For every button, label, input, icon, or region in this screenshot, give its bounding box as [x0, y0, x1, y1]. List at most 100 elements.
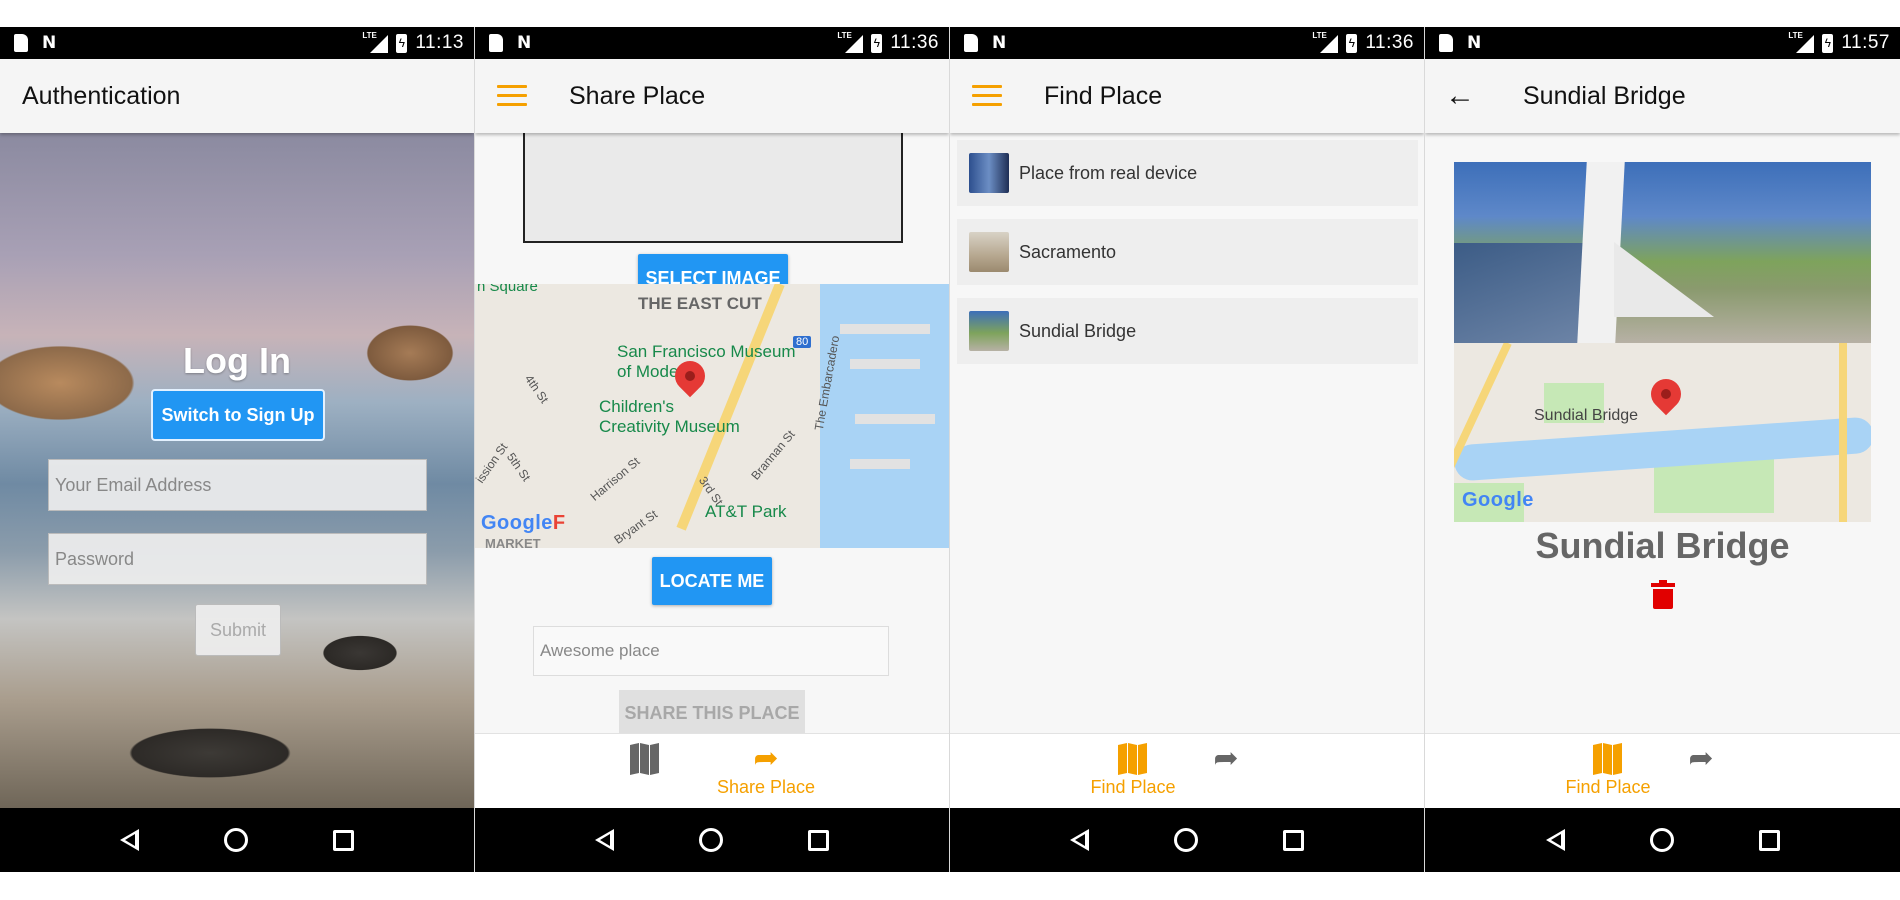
list-item[interactable]: Place from real device [957, 140, 1418, 206]
locate-me-button[interactable]: LOCATE ME [652, 557, 772, 605]
system-nav-bar [475, 808, 949, 872]
nfc-icon: N [992, 33, 1007, 53]
battery-icon [396, 33, 408, 53]
battery-icon [1822, 33, 1834, 53]
nav-home-icon[interactable] [698, 828, 723, 852]
bottom-tabs: Find Place ➦ [1425, 733, 1900, 808]
nav-recents-icon[interactable] [1282, 829, 1304, 851]
find-place-screen: N LTE 11:36 Find Place Place from real d… [950, 27, 1425, 872]
app-bar: Find Place [950, 59, 1424, 133]
sd-card-icon [14, 34, 28, 52]
arrow-back-icon[interactable]: ← [1445, 81, 1475, 111]
sd-card-icon [1439, 34, 1453, 52]
nav-back-icon[interactable] [120, 829, 140, 851]
map-label: Bryant St [611, 507, 660, 547]
menu-icon[interactable] [497, 85, 527, 107]
submit-button[interactable]: Submit [195, 604, 281, 656]
password-field[interactable]: Password [48, 533, 427, 585]
nav-back-icon[interactable] [1545, 829, 1565, 851]
share-arrow-icon: ➦ [1688, 741, 1714, 776]
tab-share-place[interactable]: ➦ [1671, 742, 1731, 776]
clock: 11:36 [890, 32, 939, 53]
tab-share-place[interactable]: ➦ [1196, 742, 1256, 776]
login-heading: Log In [183, 340, 291, 381]
map-label: San Francisco Museum [617, 342, 796, 361]
app-bar: Share Place [475, 59, 949, 133]
google-logo: GoogleF [481, 512, 566, 534]
map-label: Children's [599, 397, 675, 416]
share-place-button[interactable]: SHARE THIS PLACE [619, 690, 805, 736]
nav-back-icon[interactable] [1070, 829, 1090, 851]
map-label: AT&T Park [705, 502, 787, 521]
signal-icon: LTE [837, 31, 864, 53]
clock: 11:36 [1365, 32, 1414, 53]
sd-card-icon [964, 34, 978, 52]
map-label: n Square [477, 284, 538, 295]
map-icon [1118, 743, 1148, 776]
screens-row: N LTE 11:13 Authentication Log In Switch… [0, 27, 1900, 872]
map-label: Creativity Museum [599, 417, 740, 436]
tab-label: Find Place [1565, 777, 1651, 797]
place-photo [1454, 162, 1871, 343]
status-bar: N LTE 11:13 [0, 27, 474, 59]
bottom-tabs: ➦ Share Place [475, 733, 949, 808]
tab-find-place[interactable]: Find Place [1553, 742, 1663, 798]
share-arrow-icon: ➦ [753, 741, 779, 776]
battery-icon [871, 33, 883, 53]
place-name: Sundial Bridge [1019, 320, 1137, 341]
appbar-title: Share Place [569, 81, 706, 110]
nav-recents-icon[interactable] [807, 829, 829, 851]
nfc-icon: N [42, 33, 57, 53]
list-item[interactable]: Sacramento [957, 219, 1418, 285]
share-arrow-icon: ➦ [1213, 741, 1239, 776]
image-preview [523, 133, 903, 243]
map-label: Brannan St [748, 427, 798, 483]
signal-icon: LTE [1312, 31, 1339, 53]
trash-icon[interactable] [1651, 580, 1675, 609]
place-title: Sundial Bridge [1535, 525, 1790, 566]
nav-home-icon[interactable] [1649, 828, 1674, 852]
appbar-title: Sundial Bridge [1523, 81, 1686, 110]
appbar-title: Authentication [22, 81, 181, 110]
place-name-input[interactable]: Awesome place [533, 626, 889, 676]
nav-recents-icon[interactable] [332, 829, 354, 851]
nav-recents-icon[interactable] [1758, 829, 1780, 851]
app-bar: ← Sundial Bridge [1425, 59, 1900, 133]
sd-card-icon [489, 34, 503, 52]
switch-to-signup-button[interactable]: Switch to Sign Up [151, 389, 325, 441]
map-icon [1593, 743, 1623, 776]
clock: 11:57 [1841, 32, 1890, 53]
place-thumbnail [969, 232, 1009, 272]
status-bar: N LTE 11:36 [950, 27, 1424, 59]
place-detail-screen: N LTE 11:57 ← Sundial Bridge Sundial Bri… [1425, 27, 1900, 872]
tab-find-place[interactable] [615, 742, 675, 776]
map-label: 4th St [521, 372, 552, 406]
freeway-road [676, 284, 785, 531]
place-map[interactable]: Sundial Bridge Google [1454, 343, 1871, 522]
nfc-icon: N [1467, 33, 1482, 53]
menu-icon[interactable] [972, 85, 1002, 107]
place-thumbnail [969, 311, 1009, 351]
tab-find-place[interactable]: Find Place [1078, 742, 1188, 798]
tab-label: Share Place [716, 777, 816, 797]
tab-share-place[interactable]: ➦ Share Place [711, 742, 821, 798]
email-field[interactable]: Your Email Address [48, 459, 427, 511]
nav-home-icon[interactable] [223, 828, 248, 852]
map-label: MARKET [485, 536, 541, 548]
signal-icon: LTE [1788, 31, 1815, 53]
highway-shield: 80 [793, 336, 812, 348]
list-item[interactable]: Sundial Bridge [957, 298, 1418, 364]
location-pin-icon [1644, 372, 1688, 416]
system-nav-bar [950, 808, 1424, 872]
nav-back-icon[interactable] [595, 829, 615, 851]
status-bar: N LTE 11:57 [1425, 27, 1900, 59]
app-bar: Authentication [0, 59, 474, 133]
share-place-screen: N LTE 11:36 Share Place SELECT IMAGE n S… [475, 27, 950, 872]
signal-icon: LTE [362, 31, 389, 53]
system-nav-bar [0, 808, 474, 872]
map-view[interactable]: n Square THE EAST CUT 80 San Francisco M… [475, 284, 949, 548]
place-thumbnail [969, 153, 1009, 193]
map-icon [630, 743, 660, 776]
clock: 11:13 [415, 32, 464, 53]
nav-home-icon[interactable] [1173, 828, 1198, 852]
